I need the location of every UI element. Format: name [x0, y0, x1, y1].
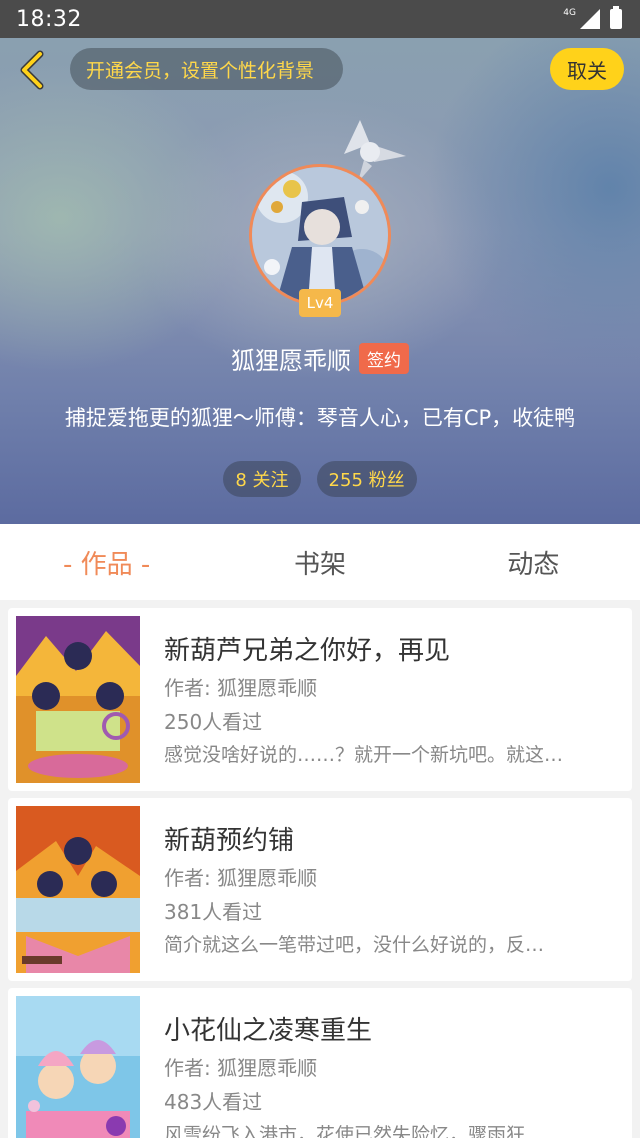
user-name: 狐狸愿乖顺	[231, 346, 351, 375]
book-author: 作者: 狐狸愿乖顺	[164, 676, 318, 700]
tab-activity[interactable]: 动态	[427, 524, 640, 600]
book-title: 新葫预约铺	[164, 826, 295, 856]
book-description: 感觉没啥好说的……？就开一个新坑吧。就这…	[164, 744, 564, 766]
vip-background-prompt[interactable]: 开通会员，设置个性化背景	[70, 48, 343, 90]
avatar-image	[252, 167, 388, 303]
tab-works[interactable]: - 作品 -	[0, 524, 213, 600]
status-icons: 4G	[563, 6, 622, 29]
battery-icon	[610, 6, 622, 29]
back-button[interactable]	[12, 50, 52, 90]
signed-badge: 签约	[359, 342, 409, 374]
list-item[interactable]: 新葫预约铺 作者: 狐狸愿乖顺 381人看过 简介就这么一笔带过吧，没什么好说的…	[8, 798, 632, 981]
profile-header: 开通会员，设置个性化背景 取关 Lv4 狐狸愿乖顺 签约 捕捉爱拖更的狐狸～师傅…	[0, 38, 640, 524]
book-views: 250人看过	[164, 710, 263, 734]
followers-count[interactable]: 255 粉丝	[316, 461, 417, 497]
avatar[interactable]	[249, 164, 391, 306]
tab-bookshelf[interactable]: 书架	[213, 524, 426, 600]
book-author: 作者: 狐狸愿乖顺	[164, 866, 318, 890]
book-views: 483人看过	[164, 1090, 263, 1114]
list-item[interactable]: 小花仙之凌寒重生 作者: 狐狸愿乖顺 483人看过 风雪纷飞入港市，花使已然失险…	[8, 988, 632, 1138]
profile-tabs: - 作品 - 书架 动态	[0, 524, 640, 600]
level-badge: Lv4	[299, 289, 341, 317]
book-description: 简介就这么一笔带过吧，没什么好说的，反…	[164, 934, 545, 956]
book-cover	[16, 616, 140, 783]
works-list: 新葫芦兄弟之你好，再见 作者: 狐狸愿乖顺 250人看过 感觉没啥好说的……？就…	[8, 608, 632, 1138]
book-title: 小花仙之凌寒重生	[164, 1016, 373, 1046]
list-item[interactable]: 新葫芦兄弟之你好，再见 作者: 狐狸愿乖顺 250人看过 感觉没啥好说的……？就…	[8, 608, 632, 791]
stats-row: 8 关注 255 粉丝	[0, 461, 640, 497]
network-label: 4G	[563, 8, 576, 18]
signal-icon	[580, 9, 600, 29]
name-row: 狐狸愿乖顺 签约	[0, 338, 640, 378]
book-cover	[16, 996, 140, 1138]
unfollow-button[interactable]: 取关	[550, 48, 624, 90]
book-title: 新葫芦兄弟之你好，再见	[164, 636, 451, 666]
user-bio: 捕捉爱拖更的狐狸～师傅：琴音人心，已有CP，收徒鸭	[64, 406, 576, 430]
status-time: 18:32	[16, 6, 82, 32]
book-cover	[16, 806, 140, 973]
book-author: 作者: 狐狸愿乖顺	[164, 1056, 318, 1080]
chevron-left-icon	[20, 50, 44, 90]
following-count[interactable]: 8 关注	[223, 461, 301, 497]
status-bar: 18:32 4G	[0, 0, 640, 38]
book-description: 风雪纷飞入港市，花使已然失险忆，骤雨狂	[164, 1124, 526, 1138]
book-views: 381人看过	[164, 900, 263, 924]
